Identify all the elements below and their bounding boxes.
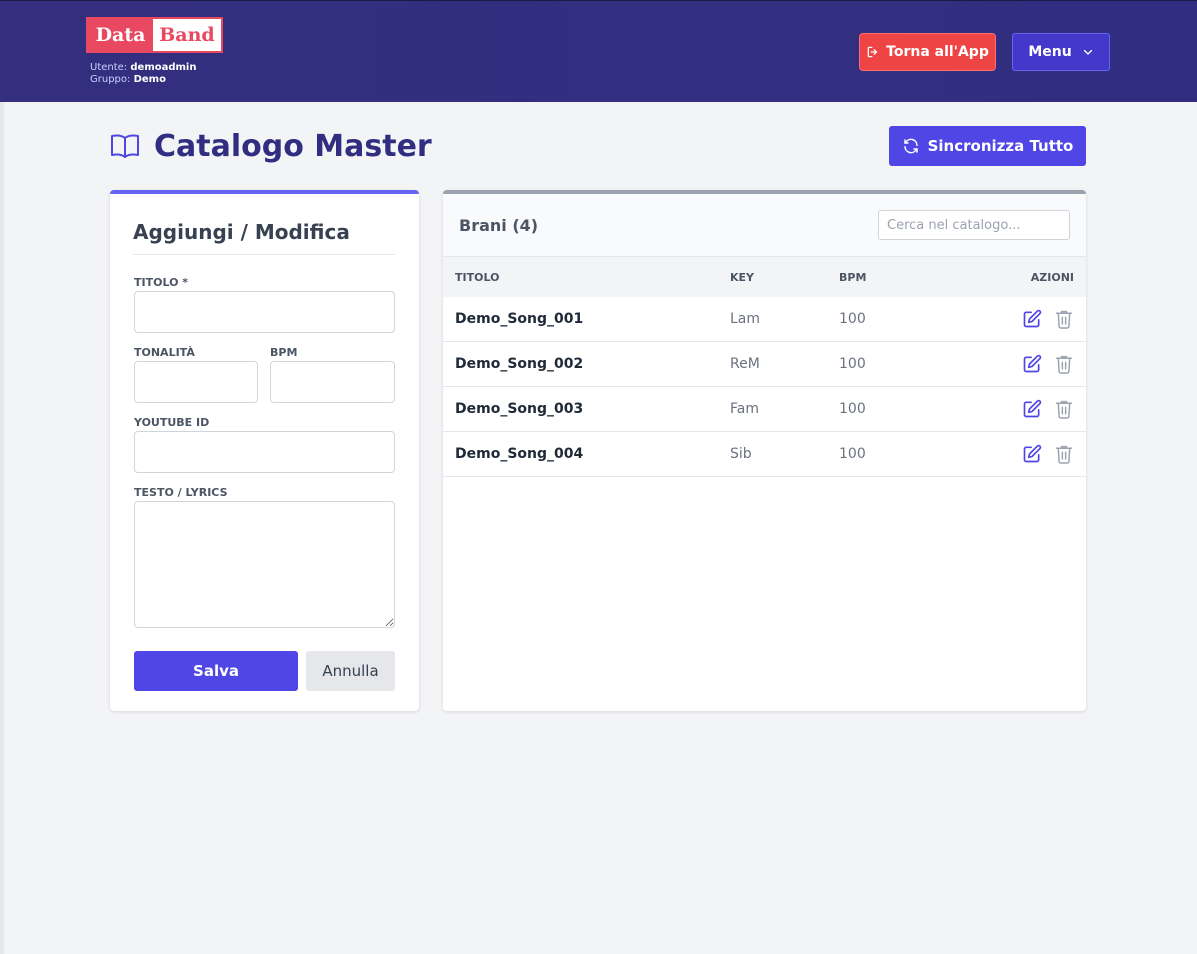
bpm-input[interactable] <box>270 361 395 403</box>
song-bpm: 100 <box>839 401 866 417</box>
song-key: Fam <box>730 401 759 417</box>
databand-logo[interactable]: Data Band <box>86 17 223 53</box>
title-input[interactable] <box>134 291 395 333</box>
table-row: Demo_Song_001 Lam 100 <box>443 297 1086 342</box>
book-icon <box>111 134 139 158</box>
trash-icon[interactable] <box>1055 354 1073 374</box>
group-name: Demo <box>133 74 166 85</box>
table-row: Demo_Song_004 Sib 100 <box>443 432 1086 477</box>
page-title: Catalogo Master <box>110 126 432 166</box>
song-bpm: 100 <box>839 446 866 462</box>
song-bpm: 100 <box>839 311 866 327</box>
song-list-card: Brani (4) TITOLO KEY BPM AZIONI Demo_Son… <box>443 190 1086 711</box>
cancel-button[interactable]: Annulla <box>306 651 395 691</box>
column-header-bpm: BPM <box>839 271 867 284</box>
bpm-field-label: BPM <box>270 346 298 359</box>
key-field-label: TONALITÀ <box>134 346 195 359</box>
group-label: Gruppo: <box>90 74 131 85</box>
column-header-key: KEY <box>730 271 755 284</box>
sync-all-button[interactable]: Sincronizza Tutto <box>889 126 1086 166</box>
sync-icon <box>903 138 918 154</box>
edit-icon[interactable] <box>1022 399 1042 419</box>
page-left-edge <box>0 102 4 954</box>
key-input[interactable] <box>134 361 258 403</box>
column-header-actions: AZIONI <box>1030 271 1074 284</box>
song-key: ReM <box>730 356 760 372</box>
back-to-app-label: Torna all'App <box>886 44 989 60</box>
trash-icon[interactable] <box>1055 399 1073 419</box>
edit-icon[interactable] <box>1022 309 1042 329</box>
column-header-title: TITOLO <box>455 271 500 284</box>
user-label: Utente: <box>90 62 128 73</box>
catalog-search-input[interactable] <box>878 210 1070 240</box>
user-name: demoadmin <box>130 62 197 73</box>
song-bpm: 100 <box>839 356 866 372</box>
top-navbar: Data Band Utente: demoadmin Gruppo: Demo… <box>0 0 1197 102</box>
form-title: Aggiungi / Modifica <box>133 220 395 255</box>
user-info: Utente: demoadmin Gruppo: Demo <box>90 62 196 86</box>
table-row: Demo_Song_003 Fam 100 <box>443 387 1086 432</box>
song-key: Sib <box>730 446 752 462</box>
chevron-down-icon <box>1083 49 1092 55</box>
song-key: Lam <box>730 311 761 327</box>
menu-button[interactable]: Menu <box>1012 33 1110 71</box>
logo-band-text: Band <box>159 24 215 46</box>
song-title: Demo_Song_001 <box>455 311 584 327</box>
song-title: Demo_Song_004 <box>455 446 584 462</box>
edit-icon[interactable] <box>1022 354 1042 374</box>
save-button[interactable]: Salva <box>134 651 298 691</box>
title-field-label: TITOLO * <box>134 276 189 289</box>
table-header: TITOLO KEY BPM AZIONI <box>443 257 1086 297</box>
sync-all-label: Sincronizza Tutto <box>927 137 1074 155</box>
logout-icon <box>867 46 878 58</box>
song-title: Demo_Song_003 <box>455 401 584 417</box>
menu-label: Menu <box>1028 44 1072 60</box>
back-to-app-button[interactable]: Torna all'App <box>859 33 996 71</box>
song-form-card: Aggiungi / Modifica TITOLO * TONALITÀ BP… <box>110 190 419 711</box>
youtube-field-label: YOUTUBE ID <box>134 416 210 429</box>
youtube-id-input[interactable] <box>134 431 395 473</box>
list-header: Brani (4) <box>443 194 1086 257</box>
trash-icon[interactable] <box>1055 309 1073 329</box>
logo-data-text: Data <box>88 19 153 51</box>
edit-icon[interactable] <box>1022 444 1042 464</box>
table-row: Demo_Song_002 ReM 100 <box>443 342 1086 387</box>
lyrics-field-label: TESTO / LYRICS <box>134 486 228 499</box>
lyrics-textarea[interactable] <box>134 501 395 628</box>
trash-icon[interactable] <box>1055 444 1073 464</box>
page-title-text: Catalogo Master <box>154 128 432 164</box>
song-title: Demo_Song_002 <box>455 356 584 372</box>
list-title: Brani (4) <box>459 216 539 235</box>
